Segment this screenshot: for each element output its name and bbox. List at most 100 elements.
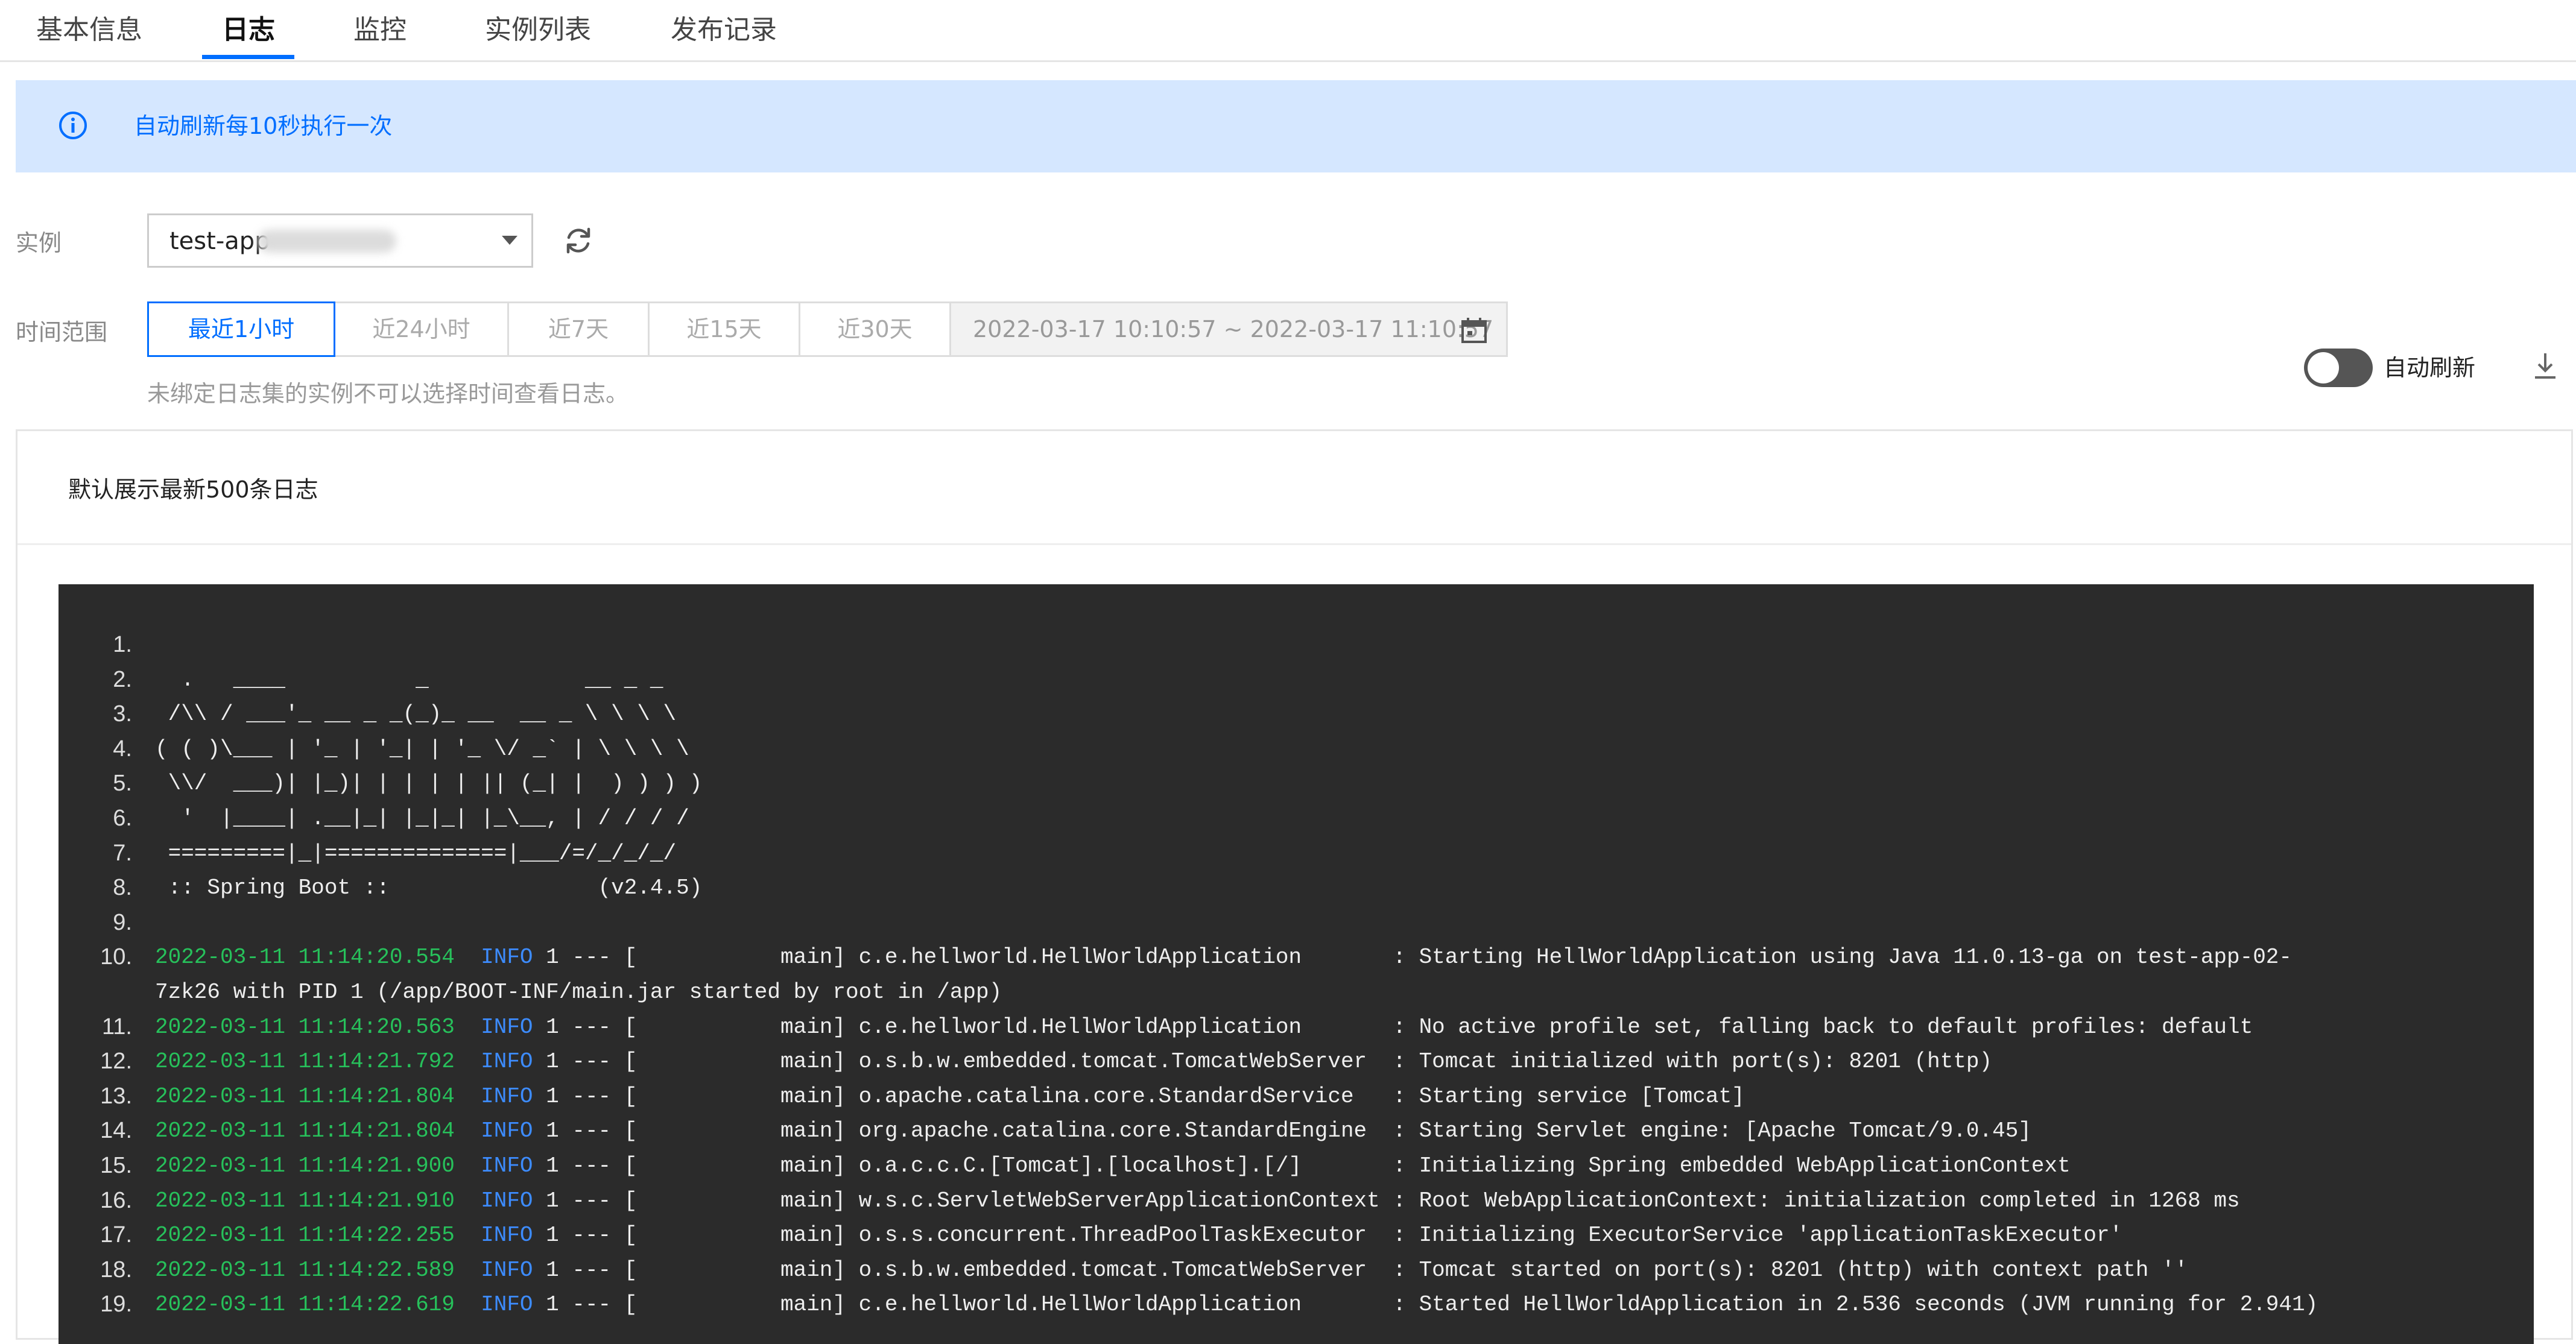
log-line: 3. /\\ / ___'_ __ _ _(_)_ __ __ _ \ \ \ …: [59, 697, 2534, 732]
log-timestamp: 2022-03-11 11:14:20.554: [155, 945, 455, 970]
log-line-number: 5.: [113, 771, 132, 797]
log-line: 7zk26 with PID 1 (/app/BOOT-INF/main.jar…: [59, 975, 2534, 1010]
log-message: 1 --- [ main] c.e.hellworld.HellWorldApp…: [533, 1014, 2253, 1040]
log-line-text: 2022-03-11 11:14:20.563 INFO 1 --- [ mai…: [155, 1010, 2253, 1045]
tab-instance-list[interactable]: 实例列表: [485, 12, 591, 54]
log-line-text: 2022-03-11 11:14:22.589 INFO 1 --- [ mai…: [155, 1253, 2188, 1288]
log-message: 1 --- [ main] c.e.hellworld.HellWorldApp…: [533, 1292, 2318, 1317]
log-line-number: 15.: [100, 1152, 132, 1178]
calendar-icon: [1461, 318, 1487, 343]
info-banner: 自动刷新每10秒执行一次: [16, 80, 2576, 172]
download-icon[interactable]: [2530, 351, 2560, 381]
log-panel-header: 默认展示最新500条日志: [17, 431, 2571, 545]
log-line-number: 19.: [100, 1292, 132, 1317]
time-option-30d[interactable]: 近30天: [799, 301, 951, 357]
log-line: 19. 2022-03-11 11:14:22.619 INFO 1 --- [ …: [59, 1287, 2534, 1322]
log-line-text: 2022-03-11 11:14:21.792 INFO 1 --- [ mai…: [155, 1044, 1992, 1079]
log-line: 12. 2022-03-11 11:14:21.792 INFO 1 --- [ …: [59, 1044, 2534, 1079]
auto-refresh-label: 自动刷新: [2384, 355, 2476, 381]
time-range-label: 时间范围: [16, 319, 108, 345]
log-line-text: 7zk26 with PID 1 (/app/BOOT-INF/main.jar…: [155, 979, 1002, 1005]
log-line-number: 11.: [101, 1014, 132, 1040]
log-line: 16. 2022-03-11 11:14:21.910 INFO 1 --- [ …: [59, 1184, 2534, 1219]
log-timestamp: 2022-03-11 11:14:21.792: [155, 1049, 455, 1074]
log-line-text: . ____ _ __ _ _: [155, 667, 663, 692]
time-option-24h[interactable]: 近24小时: [334, 301, 509, 357]
log-message: 1 --- [ main] org.apache.catalina.core.S…: [533, 1118, 2031, 1144]
tab-monitoring[interactable]: 监控: [353, 12, 407, 54]
log-line-number: 6.: [113, 805, 132, 831]
log-line: 11. 2022-03-11 11:14:20.563 INFO 1 --- [ …: [59, 1010, 2534, 1045]
info-icon: [59, 112, 87, 139]
log-line-text: /\\ / ___'_ __ _ _(_)_ __ __ _ \ \ \ \: [155, 702, 677, 727]
log-line-number: 14.: [100, 1118, 132, 1144]
log-timestamp: 2022-03-11 11:14:21.804: [155, 1118, 455, 1144]
auto-refresh-toggle[interactable]: [2304, 349, 2373, 387]
log-line: 5. \\/ ___)| |_)| | | | | || (_| | ) ) )…: [59, 766, 2534, 801]
log-line-number: 2.: [113, 666, 132, 692]
log-line: 14. 2022-03-11 11:14:21.804 INFO 1 --- [ …: [59, 1114, 2534, 1149]
log-message: 1 --- [ main] o.a.c.c.C.[Tomcat].[localh…: [533, 1153, 2071, 1178]
log-panel-title: 默认展示最新500条日志: [68, 476, 318, 503]
time-option-7d[interactable]: 近7天: [507, 301, 650, 357]
log-line-text: 2022-03-11 11:14:21.804 INFO 1 --- [ mai…: [155, 1114, 2031, 1149]
log-line-number: 13.: [100, 1083, 132, 1109]
instance-select[interactable]: test-app-: [147, 213, 533, 268]
log-level: INFO: [481, 1188, 533, 1213]
tab-bar: 基本信息 日志 监控 实例列表 发布记录: [0, 0, 2576, 62]
tab-logs[interactable]: 日志: [222, 12, 275, 54]
log-line-text: :: Spring Boot :: (v2.4.5): [155, 875, 703, 901]
log-line-number: 8.: [113, 875, 132, 901]
log-level: INFO: [481, 1118, 533, 1144]
date-range-picker[interactable]: 2022-03-17 10:10:57 ~ 2022-03-17 11:10:5…: [949, 301, 1508, 357]
log-line: 1.: [59, 628, 2534, 663]
log-line-number: 3.: [113, 701, 132, 727]
chevron-down-icon: [502, 236, 517, 245]
log-line: 18. 2022-03-11 11:14:22.589 INFO 1 --- [ …: [59, 1253, 2534, 1288]
refresh-icon[interactable]: [561, 223, 596, 258]
log-line-text: 2022-03-11 11:14:21.910 INFO 1 --- [ mai…: [155, 1184, 2240, 1219]
toggle-knob: [2308, 352, 2339, 383]
log-message: 1 --- [ main] o.s.b.w.embedded.tomcat.To…: [533, 1049, 1993, 1074]
log-line: 7. =========|_|==============|___/=/_/_/…: [59, 836, 2534, 871]
log-level: INFO: [481, 1257, 533, 1282]
tab-basic-info[interactable]: 基本信息: [36, 12, 142, 54]
log-line-number: 1.: [113, 632, 132, 657]
log-line: 17. 2022-03-11 11:14:22.255 INFO 1 --- [ …: [59, 1218, 2534, 1253]
log-lines: 1. 2. . ____ _ __ _ _ 3. /\\ / ___'_ __ _ …: [59, 628, 2534, 1322]
banner-text: 自动刷新每10秒执行一次: [134, 113, 393, 139]
log-line: 15. 2022-03-11 11:14:21.900 INFO 1 --- [ …: [59, 1149, 2534, 1184]
log-message: 1 --- [ main] c.e.hellworld.HellWorldApp…: [533, 945, 2293, 970]
log-line-text: 2022-03-11 11:14:22.619 INFO 1 --- [ mai…: [155, 1287, 2318, 1322]
log-line-number: 4.: [113, 736, 132, 762]
log-line-number: 12.: [100, 1049, 132, 1074]
time-option-1h[interactable]: 最近1小时: [147, 301, 335, 357]
log-level: INFO: [481, 945, 533, 970]
log-line-number: 18.: [100, 1257, 132, 1282]
log-line-number: 16.: [100, 1187, 132, 1213]
log-level: INFO: [481, 1049, 533, 1074]
log-line-text: =========|_|==============|___/=/_/_/_/: [155, 841, 677, 866]
log-line-number: 7.: [113, 840, 132, 866]
log-message: 1 --- [ main] w.s.c.ServletWebServerAppl…: [533, 1188, 2240, 1213]
log-message: 1 --- [ main] o.s.b.w.embedded.tomcat.To…: [533, 1257, 2188, 1282]
tab-release-records[interactable]: 发布记录: [671, 12, 777, 54]
log-line: 13. 2022-03-11 11:14:21.804 INFO 1 --- [ …: [59, 1079, 2534, 1114]
log-timestamp: 2022-03-11 11:14:21.900: [155, 1153, 455, 1178]
log-line: 4. ( ( )\___ | '_ | '_| | '_ \/ _` | \ \ …: [59, 732, 2534, 767]
log-line-text: 2022-03-11 11:14:21.804 INFO 1 --- [ mai…: [155, 1079, 1745, 1114]
log-timestamp: 2022-03-11 11:14:21.804: [155, 1084, 455, 1109]
log-timestamp: 2022-03-11 11:14:22.589: [155, 1257, 455, 1282]
log-panel: 默认展示最新500条日志 1. 2. . ____ _ __ _ _ 3. /\\ …: [16, 429, 2573, 1344]
log-timestamp: 2022-03-11 11:14:20.563: [155, 1014, 455, 1040]
log-line: 8. :: Spring Boot :: (v2.4.5): [59, 871, 2534, 906]
time-option-15d[interactable]: 近15天: [648, 301, 800, 357]
log-line-text: ( ( )\___ | '_ | '_| | '_ \/ _` | \ \ \ …: [155, 736, 689, 762]
log-level: INFO: [481, 1292, 533, 1317]
log-line: 6. ' |____| .__|_| |_|_| |_\__, | / / / …: [59, 801, 2534, 836]
log-line-text: \\/ ___)| |_)| | | | | || (_| | ) ) ) ): [155, 771, 703, 797]
log-line-number: 17.: [100, 1222, 132, 1248]
log-terminal[interactable]: 1. 2. . ____ _ __ _ _ 3. /\\ / ___'_ __ _ …: [59, 584, 2534, 1344]
log-message: 1 --- [ main] o.apache.catalina.core.Sta…: [533, 1084, 1745, 1109]
log-line: 2. . ____ _ __ _ _: [59, 663, 2534, 698]
